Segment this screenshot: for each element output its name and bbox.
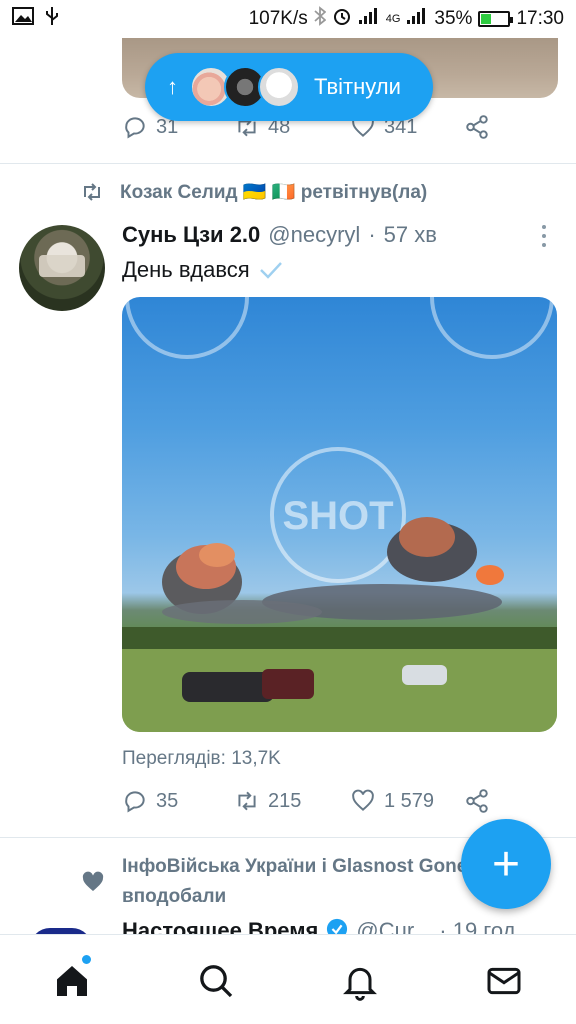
nav-notifications[interactable] — [340, 961, 380, 1001]
watermark-text: SHOT — [282, 494, 393, 538]
notifications-icon — [343, 967, 377, 1001]
retweet-context[interactable]: Козак Селид 🇺🇦 🇮🇪 ретвітнув(ла) — [80, 180, 427, 204]
share-button[interactable] — [464, 114, 490, 140]
retweet-icon — [238, 791, 256, 811]
battery-percent: 35% — [434, 8, 473, 29]
pill-label: Твітнули — [314, 74, 401, 99]
retweeted-by-label: Козак Селид 🇺🇦 🇮🇪 ретвітнув(ла) — [120, 182, 428, 203]
reply-count: 35 — [156, 789, 179, 812]
tweet-media-video[interactable]: SHOT — [122, 297, 557, 732]
checkmark-icon — [259, 262, 282, 279]
avatar — [258, 66, 300, 108]
user-handle[interactable]: @necyryl — [268, 222, 360, 248]
reply-icon — [125, 791, 145, 813]
retweet-count: 215 — [268, 789, 302, 812]
divider — [0, 163, 576, 164]
reply-button[interactable]: 35 — [122, 788, 178, 814]
media-scene: SHOT — [122, 297, 557, 732]
liked-by-label: ІнфоВійська України і Glasnost Gone — [122, 856, 468, 877]
view-count: Переглядів: 13,7K — [122, 748, 281, 769]
bluetooth-icon — [314, 6, 327, 32]
search-icon — [200, 965, 233, 998]
display-name[interactable]: Сунь Цзи 2.0 — [122, 222, 260, 248]
signal-icon — [358, 7, 380, 31]
more-options-icon[interactable] — [537, 225, 551, 247]
network-type: 4G — [385, 13, 401, 25]
reply-icon — [125, 117, 145, 139]
liked-suffix-label: вподобали — [122, 886, 227, 907]
compose-tweet-button[interactable]: + — [461, 819, 551, 909]
clock: 17:30 — [516, 8, 564, 29]
messages-icon — [487, 967, 521, 995]
status-bar: 107K/s 4G 35% 17:30 — [0, 0, 576, 38]
bottom-navigation — [0, 934, 576, 1024]
home-icon — [57, 966, 87, 996]
nav-messages[interactable] — [484, 961, 524, 1001]
signal-4g-icon — [406, 7, 428, 31]
avatar[interactable] — [19, 225, 105, 311]
tweet-actions: 35 215 1 579 — [122, 788, 502, 822]
new-tweets-pill[interactable]: ↑ Твітнули — [145, 53, 433, 121]
heart-icon — [352, 789, 374, 811]
retweet-button[interactable]: 215 — [234, 788, 301, 814]
battery-icon — [478, 11, 514, 27]
tweet-body: День вдався — [122, 257, 250, 282]
usb-icon — [44, 6, 60, 32]
arrow-up-icon: ↑ — [167, 74, 178, 99]
image-icon — [12, 7, 34, 31]
nav-home[interactable] — [52, 955, 92, 1001]
like-count: 1 579 — [384, 789, 435, 812]
network-speed: 107K/s — [248, 8, 308, 29]
like-button[interactable]: 1 579 — [350, 788, 434, 814]
nav-search[interactable] — [196, 961, 236, 1001]
retweet-icon — [84, 183, 100, 201]
heart-filled-icon — [82, 871, 104, 891]
tweet-text: День вдався — [122, 257, 284, 283]
plus-icon: + — [491, 837, 521, 891]
tweet-time: 57 хв — [383, 222, 437, 247]
share-icon — [466, 115, 488, 139]
share-icon — [466, 789, 488, 813]
alarm-icon — [332, 6, 352, 32]
separator-dot: · — [368, 222, 376, 247]
share-button[interactable] — [464, 788, 490, 814]
tweet-header: Сунь Цзи 2.0 @necyryl · 57 хв — [122, 222, 437, 248]
unread-dot — [82, 955, 91, 964]
